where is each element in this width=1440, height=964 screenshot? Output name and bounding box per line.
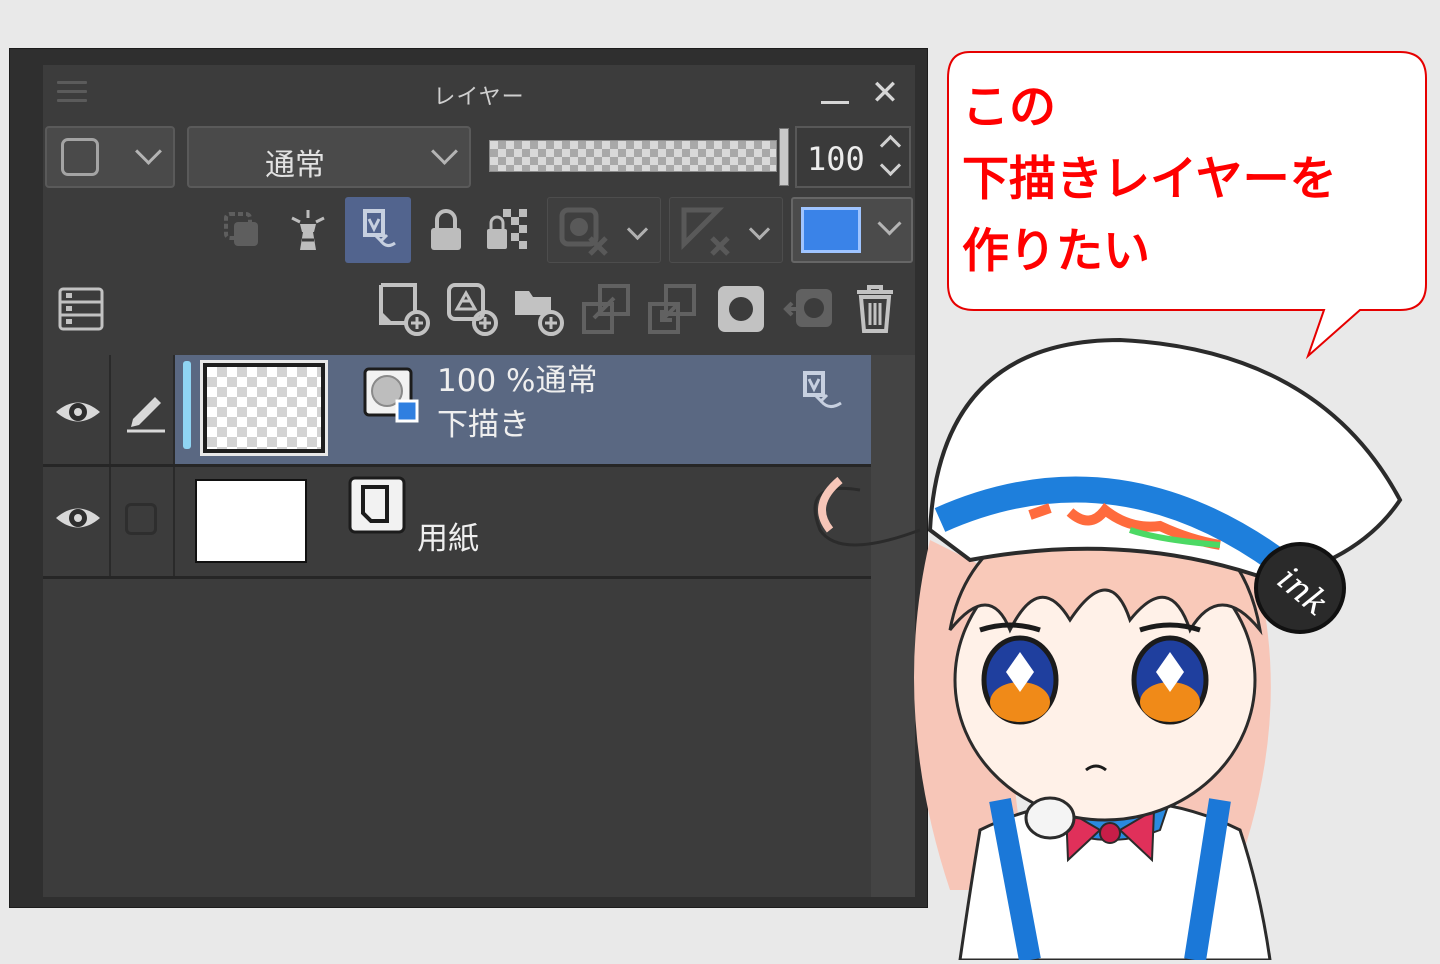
palette-options-icon[interactable] bbox=[53, 281, 109, 337]
mask-enable-dropdown[interactable] bbox=[547, 197, 661, 263]
visibility-toggle[interactable] bbox=[43, 467, 111, 576]
layer-main-draft[interactable]: 100 %通常 下描き bbox=[175, 355, 871, 464]
palette-titlebar: レイヤー ✕ bbox=[43, 65, 915, 117]
layer-name: 用紙 bbox=[417, 521, 479, 557]
close-button[interactable]: ✕ bbox=[865, 73, 905, 113]
bubble-text: この 下描きレイヤーを 作りたい bbox=[962, 72, 1337, 288]
clip-to-layer-below-icon[interactable] bbox=[215, 203, 269, 257]
selection-indicator bbox=[183, 361, 191, 449]
opacity-value: 100 bbox=[807, 140, 865, 178]
visibility-toggle[interactable] bbox=[43, 355, 111, 464]
lock-transparent-pixels-icon[interactable] bbox=[481, 203, 535, 257]
opacity-input[interactable]: 100 bbox=[795, 126, 911, 188]
bubble-line-1: この bbox=[962, 80, 1056, 135]
bubble-line-2: 下描きレイヤーを bbox=[962, 152, 1337, 207]
chevron-down-icon bbox=[877, 211, 902, 236]
layer-opacity-blend: 100 %通常 bbox=[437, 363, 598, 399]
layer-color-swatch bbox=[801, 207, 861, 253]
bubble-line-3: 作りたい bbox=[962, 224, 1150, 279]
layer-palette-body: レイヤー ✕ 通常 100 100 %通常 下描き 用紙 bbox=[43, 65, 915, 897]
layer-list: 100 %通常 下描き 用紙 bbox=[43, 355, 871, 897]
reference-layer-icon[interactable] bbox=[281, 203, 335, 257]
layer-row-paper[interactable]: 用紙 bbox=[43, 467, 871, 579]
color-mode-icon bbox=[61, 138, 99, 176]
raster-layer-type-icon bbox=[363, 367, 421, 425]
speech-bubble: この 下描きレイヤーを 作りたい bbox=[940, 46, 1434, 366]
new-raster-layer-icon[interactable] bbox=[375, 279, 435, 339]
minimize-button[interactable] bbox=[815, 73, 855, 113]
palette-title: レイヤー bbox=[433, 85, 525, 110]
opacity-slider[interactable] bbox=[489, 140, 777, 172]
layer-name: 下描き bbox=[437, 407, 530, 443]
create-layer-mask-icon[interactable] bbox=[711, 279, 771, 339]
layer-thumbnail bbox=[195, 479, 307, 563]
chevron-down-icon bbox=[431, 138, 458, 165]
edit-target-toggle[interactable] bbox=[111, 355, 175, 464]
mascot-character-illustration: ink bbox=[800, 330, 1440, 963]
checkbox-icon bbox=[125, 503, 157, 535]
chevron-down-icon bbox=[135, 138, 162, 165]
combine-to-layer-below-icon[interactable] bbox=[643, 279, 703, 339]
chevron-down-icon bbox=[748, 218, 771, 241]
layer-row-draft[interactable]: 100 %通常 下描き bbox=[43, 355, 871, 467]
lock-layer-icon[interactable] bbox=[421, 203, 471, 257]
chevron-down-icon bbox=[626, 218, 649, 241]
new-vector-layer-icon[interactable] bbox=[443, 279, 503, 339]
blend-mode-label: 通常 bbox=[265, 148, 325, 183]
layer-property-bar: 通常 100 bbox=[43, 122, 915, 188]
opacity-slider-handle[interactable] bbox=[779, 128, 789, 186]
spin-up-icon[interactable] bbox=[879, 134, 902, 157]
layer-command-bar bbox=[43, 275, 915, 347]
transfer-to-lower-layer-icon[interactable] bbox=[577, 279, 637, 339]
layer-color-mode-dropdown[interactable] bbox=[45, 126, 175, 188]
layer-thumbnail bbox=[200, 360, 328, 456]
paper-layer-type-icon bbox=[347, 475, 409, 537]
edit-target-toggle[interactable] bbox=[111, 467, 175, 576]
new-folder-icon[interactable] bbox=[509, 279, 569, 339]
layer-lock-bar bbox=[43, 193, 915, 267]
spin-down-icon[interactable] bbox=[879, 154, 902, 177]
blend-mode-dropdown[interactable]: 通常 bbox=[187, 126, 471, 188]
layer-palette: レイヤー ✕ 通常 100 100 %通常 下描き 用紙 bbox=[9, 48, 928, 908]
layer-main-paper[interactable]: 用紙 bbox=[175, 467, 871, 576]
draft-layer-toggle[interactable] bbox=[345, 197, 411, 263]
layer-color-dropdown[interactable] bbox=[791, 197, 913, 263]
ruler-enable-dropdown[interactable] bbox=[669, 197, 783, 263]
